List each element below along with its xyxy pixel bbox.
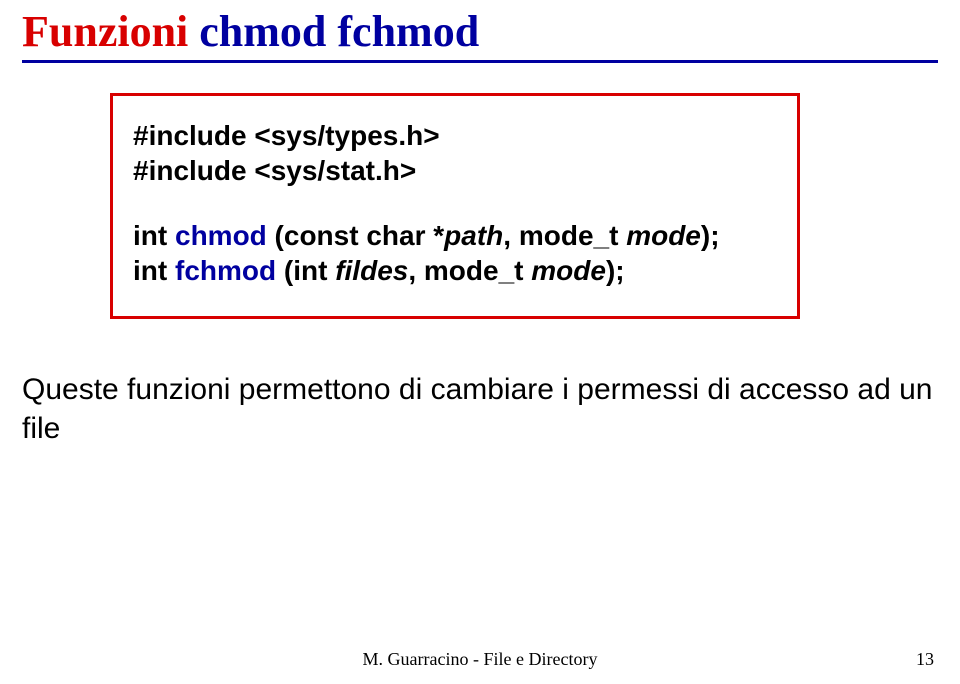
footer-text: M. Guarracino - File e Directory <box>0 649 960 670</box>
sig1-arg-path: path <box>444 220 503 251</box>
sig2-mid: (int <box>276 255 335 286</box>
sig2-mid2: , mode_t <box>408 255 531 286</box>
sig1-arg-mode: mode <box>626 220 701 251</box>
include-line-2: #include <sys/stat.h> <box>133 153 777 188</box>
title-blue: chmod fchmod <box>188 7 479 56</box>
code-gap <box>133 188 777 218</box>
sig2-arg-mode: mode <box>531 255 606 286</box>
sig2-fn: fchmod <box>175 255 276 286</box>
sig1-ret: int <box>133 220 175 251</box>
sig2-arg-fildes: fildes <box>335 255 408 286</box>
code-box: #include <sys/types.h> #include <sys/sta… <box>110 93 800 319</box>
sig1-end: ); <box>701 220 720 251</box>
slide-title: Funzioni chmod fchmod <box>22 8 938 56</box>
sig2-end: ); <box>606 255 625 286</box>
signature-chmod: int chmod (const char *path, mode_t mode… <box>133 218 777 253</box>
include-line-1: #include <sys/types.h> <box>133 118 777 153</box>
sig1-fn: chmod <box>175 220 267 251</box>
title-red: Funzioni <box>22 7 188 56</box>
sig1-mid: (const char * <box>267 220 444 251</box>
slide-title-container: Funzioni chmod fchmod <box>0 0 960 56</box>
body-text: Queste funzioni permettono di cambiare i… <box>22 371 938 448</box>
signature-fchmod: int fchmod (int fildes, mode_t mode); <box>133 253 777 288</box>
sig1-mid2: , mode_t <box>503 220 626 251</box>
page-number: 13 <box>916 649 934 670</box>
sig2-ret: int <box>133 255 175 286</box>
title-underline <box>22 60 938 63</box>
